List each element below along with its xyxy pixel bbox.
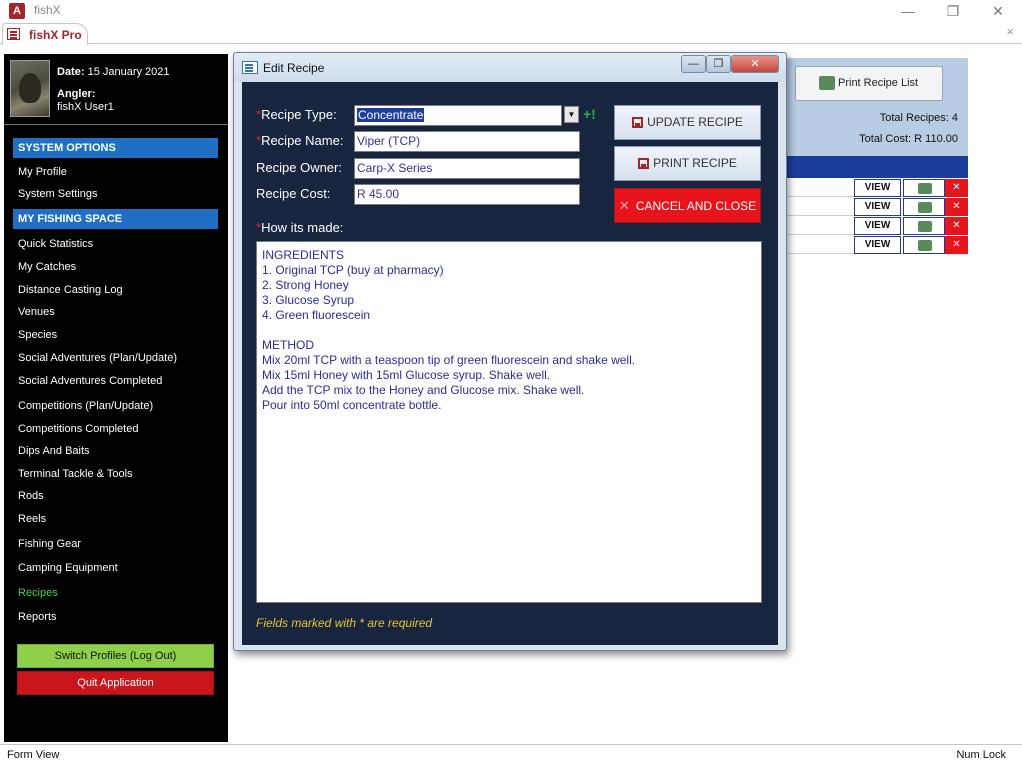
date-value: 15 January 2021 [87,66,170,78]
access-app-icon: A [9,3,25,19]
tab-fishx-pro[interactable]: fishX Pro [2,23,88,45]
quit-application-button[interactable]: Quit Application [17,671,214,695]
required-fields-note: Fields marked with * are required [256,616,433,630]
dialog-body: *Recipe Type: Concentrate ▼ +! *Recipe N… [242,82,778,645]
status-bar: Form View Num Lock [0,744,1022,766]
close-icon: ✕ [618,198,630,213]
print-recipe-list-label: Print Recipe List [838,77,919,89]
edit-recipe-dialog: Edit Recipe — ❐ ✕ *Recipe Type: Concentr… [233,52,787,651]
table-row: VIEW ✕ [786,179,968,197]
form-icon [242,61,258,74]
dialog-title: Edit Recipe [263,61,325,75]
recipe-owner-label: Recipe Owner: [256,160,342,175]
sidebar-item-fishing-gear[interactable]: Fishing Gear [18,537,81,551]
update-recipe-button[interactable]: UPDATE RECIPE [614,105,761,140]
table-row: VIEW ✕ [786,198,968,216]
recipe-type-label: *Recipe Type: [256,107,337,122]
date-label: Date: [57,66,85,78]
print-recipe-button[interactable]: PRINT RECIPE [614,146,761,181]
dialog-close-button[interactable]: ✕ [731,55,779,73]
table-row: VIEW ✕ [786,236,968,254]
minimize-button[interactable]: — [893,1,923,21]
save-icon [632,117,644,128]
view-recipe-button[interactable]: VIEW [854,217,901,235]
table-row: VIEW ✕ [786,217,968,235]
delete-recipe-icon[interactable]: ✕ [945,236,968,254]
restore-button[interactable]: ❐ [938,1,968,21]
recipes-table-header [786,156,968,178]
navigation-sidebar: Date: 15 January 2021 Angler: fishX User… [4,54,228,742]
sidebar-item-competitions-completed[interactable]: Competitions Completed [18,422,138,436]
close-tab-icon[interactable]: × [1006,24,1014,39]
sidebar-item-venues[interactable]: Venues [18,305,55,319]
form-icon [7,28,20,40]
sidebar-item-recipes[interactable]: Recipes [18,586,58,600]
document-tab-strip: fishX Pro × [0,22,1022,45]
total-recipes: Total Recipes: 4 [879,112,958,124]
how-made-textarea[interactable]: INGREDIENTS 1. Original TCP (buy at phar… [256,241,762,603]
cancel-and-close-button[interactable]: ✕ CANCEL AND CLOSE [614,188,761,223]
delete-recipe-icon[interactable]: ✕ [945,179,968,197]
section-system-options: SYSTEM OPTIONS [13,138,218,158]
sidebar-item-rods[interactable]: Rods [18,489,44,503]
close-app-button[interactable]: ✕ [983,1,1013,21]
delete-recipe-icon[interactable]: ✕ [945,217,968,235]
recipe-type-combo[interactable]: Concentrate [354,105,562,126]
dialog-minimize-button[interactable]: — [681,55,706,73]
sidebar-item-quick-statistics[interactable]: Quick Statistics [18,237,93,251]
app-titlebar: A fishX — ❐ ✕ [0,0,1022,22]
sidebar-item-reports[interactable]: Reports [18,610,57,624]
print-recipe-icon[interactable] [903,236,945,254]
view-recipe-button[interactable]: VIEW [854,236,901,254]
dialog-titlebar[interactable]: Edit Recipe — ❐ ✕ [234,53,786,82]
view-recipe-button[interactable]: VIEW [854,179,901,197]
save-icon [638,158,650,169]
section-my-fishing-space: MY FISHING SPACE [13,209,218,229]
sidebar-item-my-catches[interactable]: My Catches [18,260,76,274]
sidebar-item-camping-equipment[interactable]: Camping Equipment [18,561,118,575]
dialog-maximize-button[interactable]: ❐ [706,55,731,73]
view-recipe-button[interactable]: VIEW [854,198,901,216]
recipe-owner-field[interactable]: Carp-X Series [354,158,580,179]
print-recipe-list-button[interactable]: Print Recipe List [795,66,943,101]
total-cost: Total Cost: R 110.00 [859,133,958,145]
sidebar-item-social-adventures-completed[interactable]: Social Adventures Completed [18,374,162,388]
recipe-name-field[interactable]: Viper (TCP) [354,131,580,152]
delete-recipe-icon[interactable]: ✕ [945,198,968,216]
angler-avatar [10,60,50,117]
add-recipe-type-icon[interactable]: +! [583,106,603,124]
tab-label: fishX Pro [29,28,82,42]
switch-profiles-button[interactable]: Switch Profiles (Log Out) [17,644,214,668]
printer-icon [819,76,835,90]
print-recipe-icon[interactable] [903,179,945,197]
angler-name: fishX User1 [57,101,114,113]
current-date: Date: 15 January 2021 [57,66,170,78]
app-title: fishX [34,3,61,17]
sidebar-item-terminal-tackle[interactable]: Terminal Tackle & Tools [18,467,133,481]
sidebar-item-competitions-plan[interactable]: Competitions (Plan/Update) [18,399,153,413]
sidebar-item-reels[interactable]: Reels [18,512,46,526]
recipe-cost-label: Recipe Cost: [256,186,331,201]
angler-label: Angler: [57,88,96,100]
sidebar-item-species[interactable]: Species [18,328,57,342]
sidebar-item-distance-casting-log[interactable]: Distance Casting Log [18,283,123,297]
print-recipe-icon[interactable] [903,198,945,216]
print-recipe-icon[interactable] [903,217,945,235]
status-view-mode: Form View [7,749,60,761]
sidebar-item-social-adventures-plan[interactable]: Social Adventures (Plan/Update) [18,351,177,365]
sidebar-item-system-settings[interactable]: System Settings [18,187,97,201]
recipe-cost-field[interactable]: R 45.00 [354,184,580,205]
recipe-type-value: Concentrate [357,108,425,122]
recipe-name-label: *Recipe Name: [256,133,344,148]
sidebar-item-dips-and-baits[interactable]: Dips And Baits [18,444,90,458]
sidebar-divider [4,124,228,125]
status-num-lock: Num Lock [956,749,1006,761]
chevron-down-icon[interactable]: ▼ [564,106,579,123]
sidebar-item-my-profile[interactable]: My Profile [18,165,67,179]
how-made-label: *How its made: [256,220,344,235]
